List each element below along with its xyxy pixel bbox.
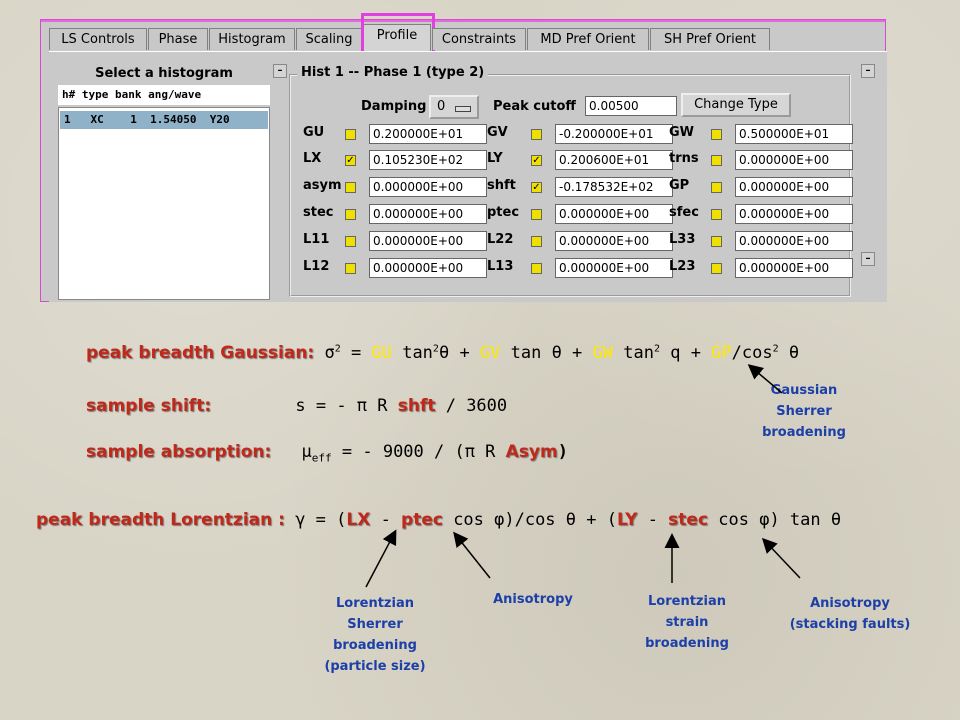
arrow-gaussian-sherrer — [747, 364, 783, 394]
arrow-anisotropy-stacking — [761, 537, 801, 579]
annotation-arrows — [365, 364, 801, 588]
arrow-anisotropy — [453, 531, 491, 579]
arrow-lorentzian-sherrer — [365, 529, 397, 588]
